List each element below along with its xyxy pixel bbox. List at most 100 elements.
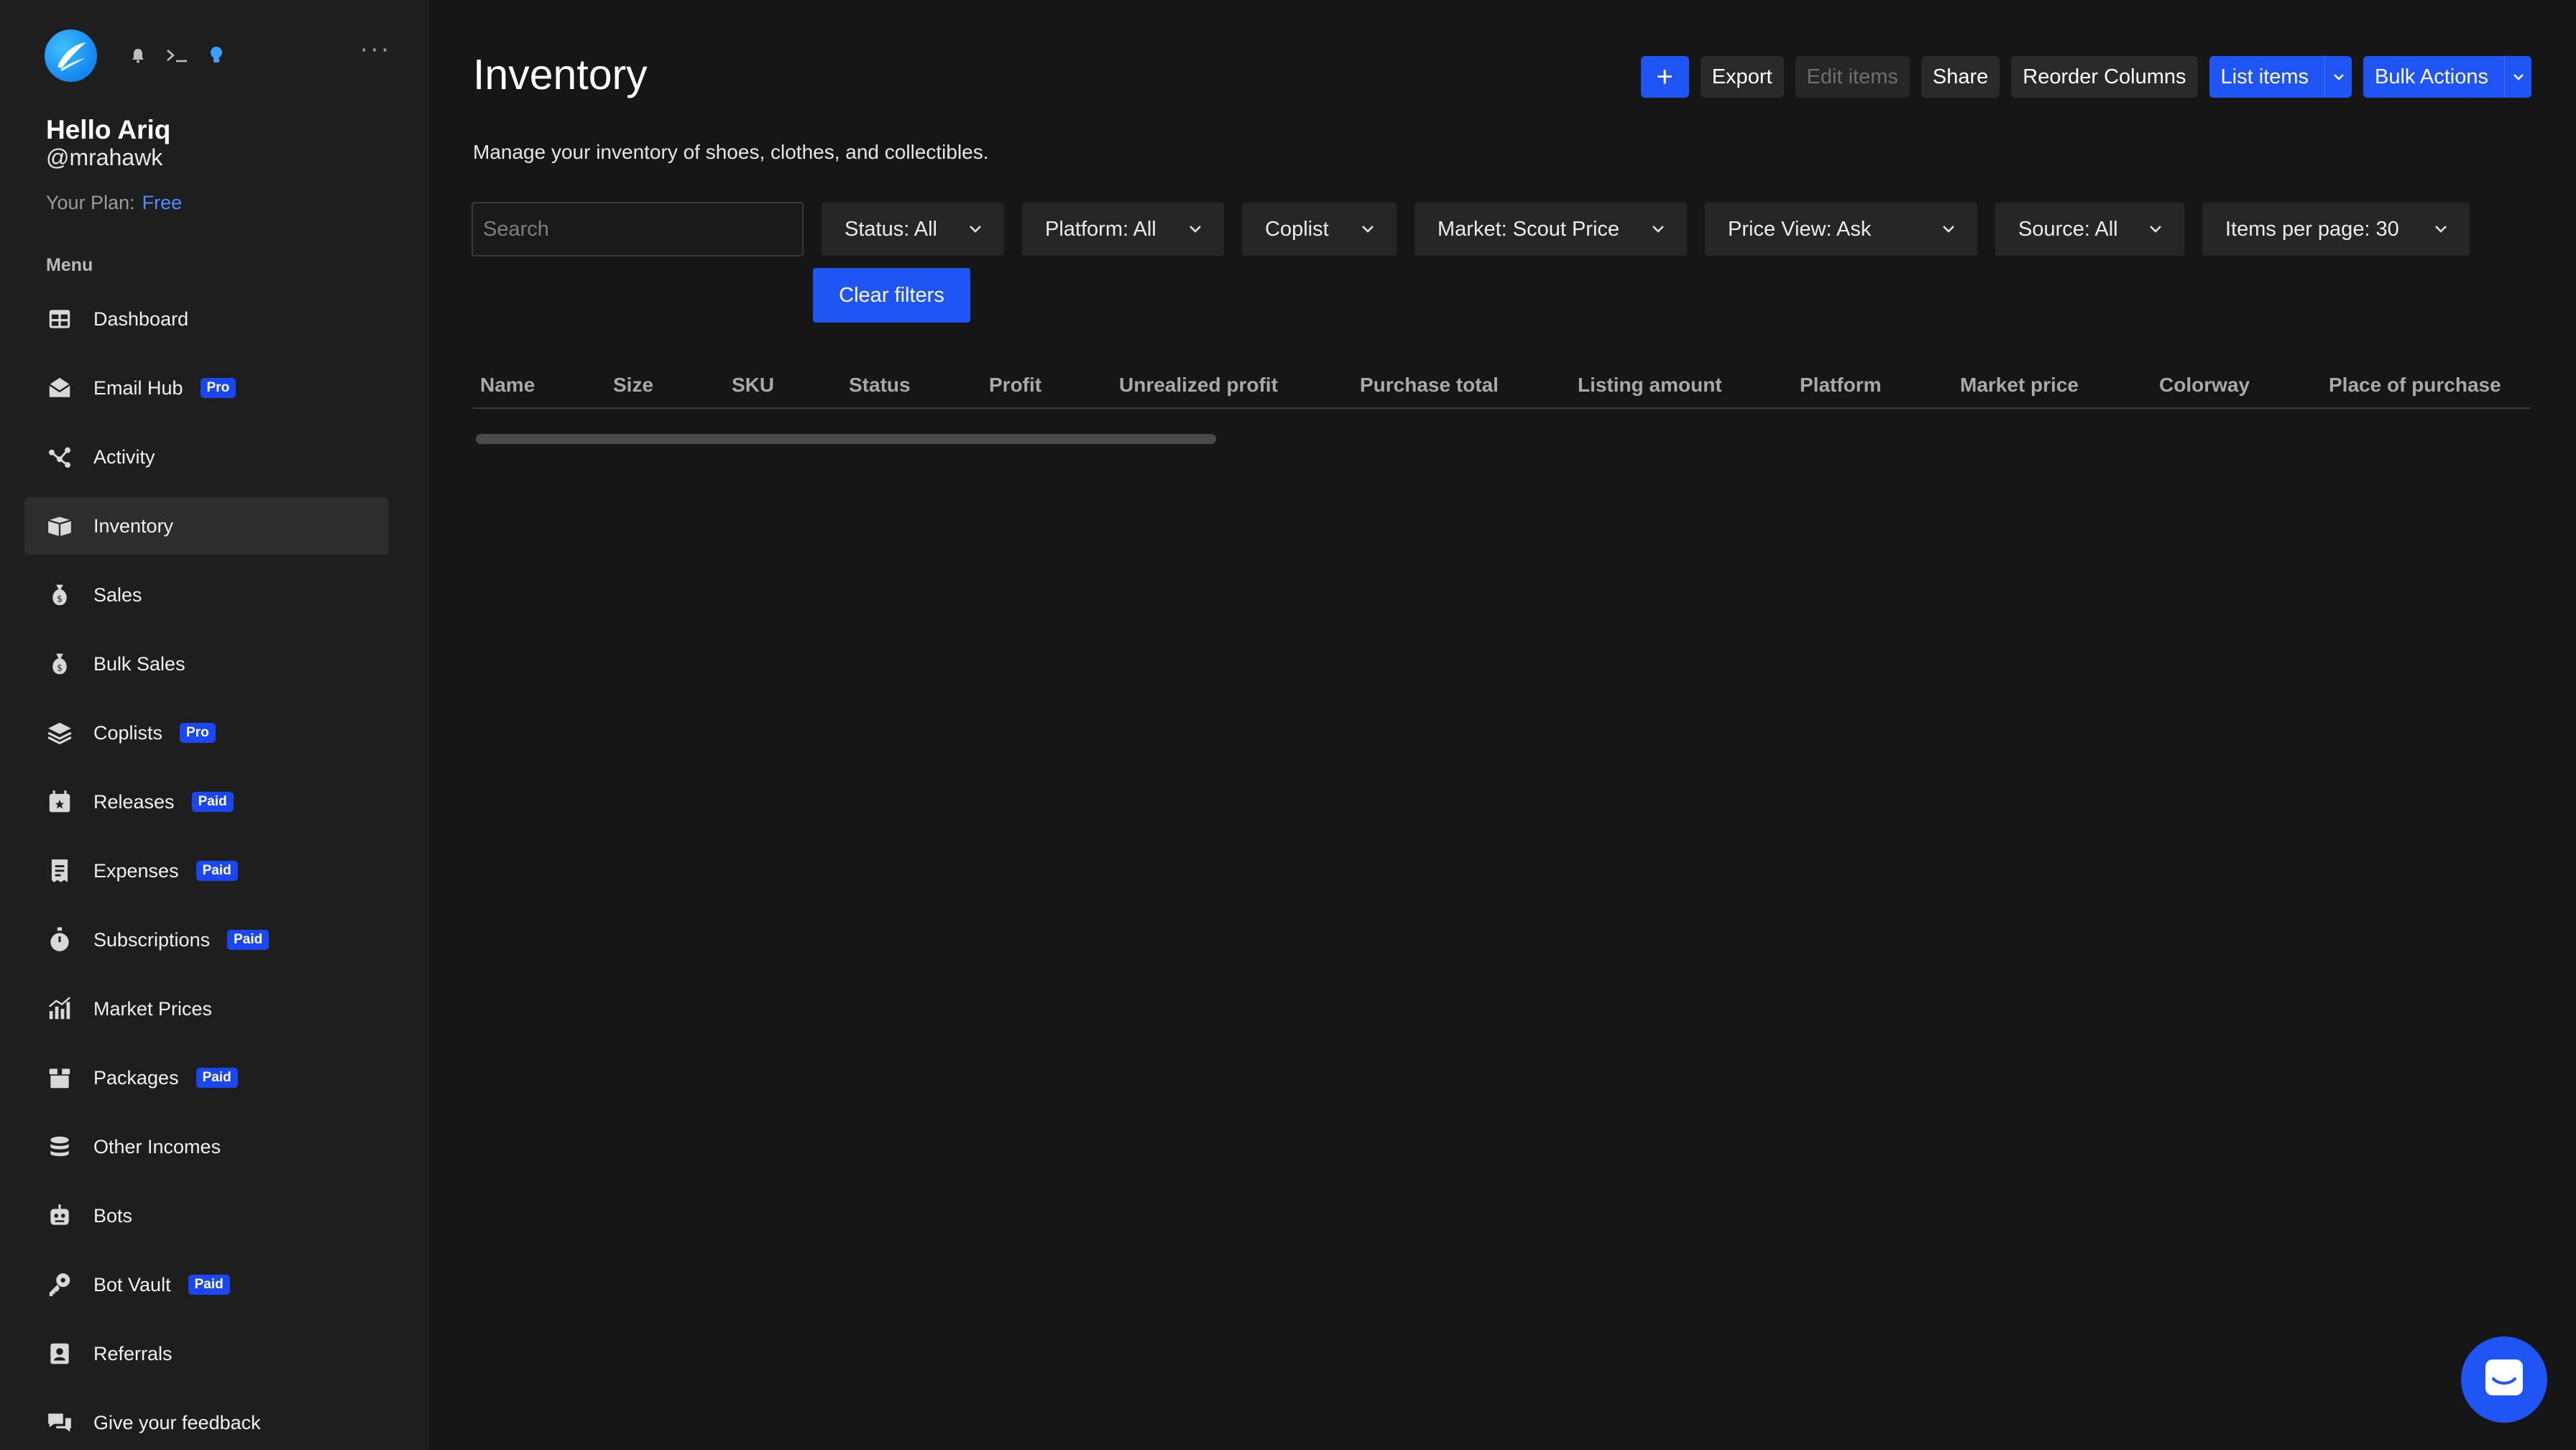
column-header-place-of-purchase[interactable]: Place of purchase bbox=[2322, 374, 2530, 397]
sidebar-item-label: Referrals bbox=[93, 1342, 172, 1364]
sidebar-item-subscriptions[interactable]: Subscriptions Paid bbox=[24, 911, 389, 969]
chevron-down-icon bbox=[2148, 224, 2163, 234]
column-header-profit[interactable]: Profit bbox=[982, 374, 1112, 397]
app-logo-icon[interactable] bbox=[45, 29, 97, 82]
sidebar-item-packages[interactable]: Packages Paid bbox=[24, 1049, 389, 1107]
sidebar-item-label: Coplists bbox=[93, 721, 163, 744]
key-icon bbox=[46, 1271, 73, 1298]
paid-badge: Paid bbox=[196, 861, 238, 881]
coins-stack-icon bbox=[46, 1133, 73, 1160]
sidebar-item-coplists[interactable]: Coplists Pro bbox=[24, 704, 389, 762]
activity-icon bbox=[46, 443, 73, 471]
sidebar-item-label: Expenses bbox=[93, 859, 179, 882]
column-header-market-price[interactable]: Market price bbox=[1953, 374, 2152, 397]
more-options-icon[interactable]: ··· bbox=[359, 35, 391, 63]
plan-label: Your Plan: bbox=[46, 192, 135, 213]
chevron-down-icon[interactable] bbox=[2324, 56, 2352, 98]
plan-value-link[interactable]: Free bbox=[142, 192, 183, 213]
terminal-icon[interactable] bbox=[165, 47, 190, 64]
sidebar: ··· Hello Ariq @mrahawk Your Plan: Free M… bbox=[0, 0, 429, 1450]
sidebar-item-label: Activity bbox=[93, 445, 155, 468]
layers-icon bbox=[46, 719, 73, 747]
paid-badge: Paid bbox=[196, 1068, 238, 1088]
horizontal-scrollbar[interactable] bbox=[476, 434, 1216, 444]
sidebar-item-label: Bots bbox=[93, 1204, 133, 1227]
bell-icon[interactable] bbox=[129, 47, 147, 64]
search-input[interactable] bbox=[472, 202, 804, 257]
sidebar-item-label: Bulk Sales bbox=[93, 652, 185, 675]
page-description: Manage your inventory of shoes, clothes,… bbox=[473, 141, 989, 163]
column-header-name[interactable]: Name bbox=[473, 374, 606, 397]
column-header-platform[interactable]: Platform bbox=[1793, 374, 1953, 397]
add-item-button[interactable]: + bbox=[1640, 56, 1689, 98]
lightbulb-icon[interactable] bbox=[208, 45, 224, 66]
price-view-filter-select[interactable]: Price View: Ask bbox=[1705, 203, 1977, 256]
chevron-down-icon bbox=[1188, 224, 1202, 234]
filter-bar: Status: All Platform: All Coplist Market… bbox=[472, 202, 2470, 257]
sidebar-item-bots[interactable]: Bots bbox=[24, 1187, 389, 1244]
table-header-row: Name Size SKU Status Profit Unrealized p… bbox=[473, 363, 2530, 409]
sidebar-item-expenses[interactable]: Expenses Paid bbox=[24, 842, 389, 900]
sidebar-item-label: Sales bbox=[93, 583, 142, 606]
sidebar-item-dashboard[interactable]: Dashboard bbox=[24, 290, 389, 348]
sidebar-item-label: Subscriptions bbox=[93, 928, 211, 951]
sidebar-item-label: Bot Vault bbox=[93, 1273, 171, 1296]
sidebar-item-other-incomes[interactable]: Other Incomes bbox=[24, 1118, 389, 1176]
status-filter-select[interactable]: Status: All bbox=[822, 203, 1004, 256]
support-chat-button[interactable] bbox=[2461, 1336, 2547, 1423]
plan-info: Your Plan: Free bbox=[46, 192, 182, 214]
pro-badge: Pro bbox=[200, 378, 236, 398]
chevron-down-icon bbox=[1651, 224, 1665, 234]
coplist-filter-select[interactable]: Coplist bbox=[1242, 203, 1397, 256]
sidebar-item-inventory[interactable]: Inventory bbox=[24, 497, 389, 555]
column-header-sku[interactable]: SKU bbox=[724, 374, 842, 397]
column-header-purchase-total[interactable]: Purchase total bbox=[1353, 374, 1570, 397]
sidebar-item-label: Other Incomes bbox=[93, 1135, 221, 1158]
source-filter-select[interactable]: Source: All bbox=[1995, 203, 2184, 256]
bar-chart-icon bbox=[46, 995, 73, 1022]
user-handle: @mrahawk bbox=[46, 144, 163, 170]
bulk-actions-label[interactable]: Bulk Actions bbox=[2363, 56, 2504, 98]
edit-items-button[interactable]: Edit items bbox=[1795, 56, 1910, 98]
export-button[interactable]: Export bbox=[1700, 56, 1784, 98]
list-items-label[interactable]: List items bbox=[2209, 56, 2324, 98]
items-per-page-select[interactable]: Items per page: 30 bbox=[2202, 203, 2470, 256]
column-header-unrealized-profit[interactable]: Unrealized profit bbox=[1112, 374, 1353, 397]
reorder-columns-button[interactable]: Reorder Columns bbox=[2011, 56, 2198, 98]
sidebar-item-releases[interactable]: Releases Paid bbox=[24, 773, 389, 831]
sidebar-item-email-hub[interactable]: Email Hub Pro bbox=[24, 359, 389, 417]
sidebar-item-label: Inventory bbox=[93, 514, 174, 537]
sidebar-item-bulk-sales[interactable]: $ Bulk Sales bbox=[24, 635, 389, 693]
pro-badge: Pro bbox=[180, 723, 216, 743]
price-view-filter-value: Price View: Ask bbox=[1728, 217, 1872, 241]
chevron-down-icon[interactable] bbox=[2504, 56, 2531, 98]
email-icon bbox=[46, 374, 73, 402]
column-header-status[interactable]: Status bbox=[842, 374, 982, 397]
column-header-size[interactable]: Size bbox=[606, 374, 724, 397]
receipt-icon bbox=[46, 857, 73, 885]
column-header-listing-amount[interactable]: Listing amount bbox=[1570, 374, 1793, 397]
status-filter-value: Status: All bbox=[845, 217, 937, 241]
inventory-table: Name Size SKU Status Profit Unrealized p… bbox=[473, 363, 2530, 409]
share-button[interactable]: Share bbox=[1920, 56, 2000, 98]
sidebar-item-bot-vault[interactable]: Bot Vault Paid bbox=[24, 1256, 389, 1313]
dashboard-icon bbox=[46, 305, 73, 333]
list-items-button[interactable]: List items bbox=[2209, 56, 2352, 98]
bulk-actions-button[interactable]: Bulk Actions bbox=[2363, 56, 2531, 98]
svg-text:$: $ bbox=[57, 594, 63, 604]
sidebar-item-feedback[interactable]: Give your feedback bbox=[24, 1394, 389, 1450]
sidebar-item-activity[interactable]: Activity bbox=[24, 428, 389, 486]
chevron-down-icon bbox=[1941, 224, 1956, 234]
column-header-colorway[interactable]: Colorway bbox=[2152, 374, 2322, 397]
svg-text:$: $ bbox=[57, 662, 63, 673]
platform-filter-select[interactable]: Platform: All bbox=[1022, 203, 1224, 256]
sidebar-item-sales[interactable]: $ Sales bbox=[24, 566, 389, 624]
clear-filters-button[interactable]: Clear filters bbox=[813, 268, 970, 323]
sidebar-item-referrals[interactable]: Referrals bbox=[24, 1325, 389, 1382]
coplist-filter-value: Coplist bbox=[1265, 217, 1329, 241]
menu-heading: Menu bbox=[46, 255, 93, 275]
sidebar-top-icons bbox=[129, 45, 224, 66]
market-filter-select[interactable]: Market: Scout Price bbox=[1414, 203, 1687, 256]
sidebar-item-market-prices[interactable]: Market Prices bbox=[24, 980, 389, 1038]
chevron-down-icon bbox=[1361, 224, 1375, 234]
